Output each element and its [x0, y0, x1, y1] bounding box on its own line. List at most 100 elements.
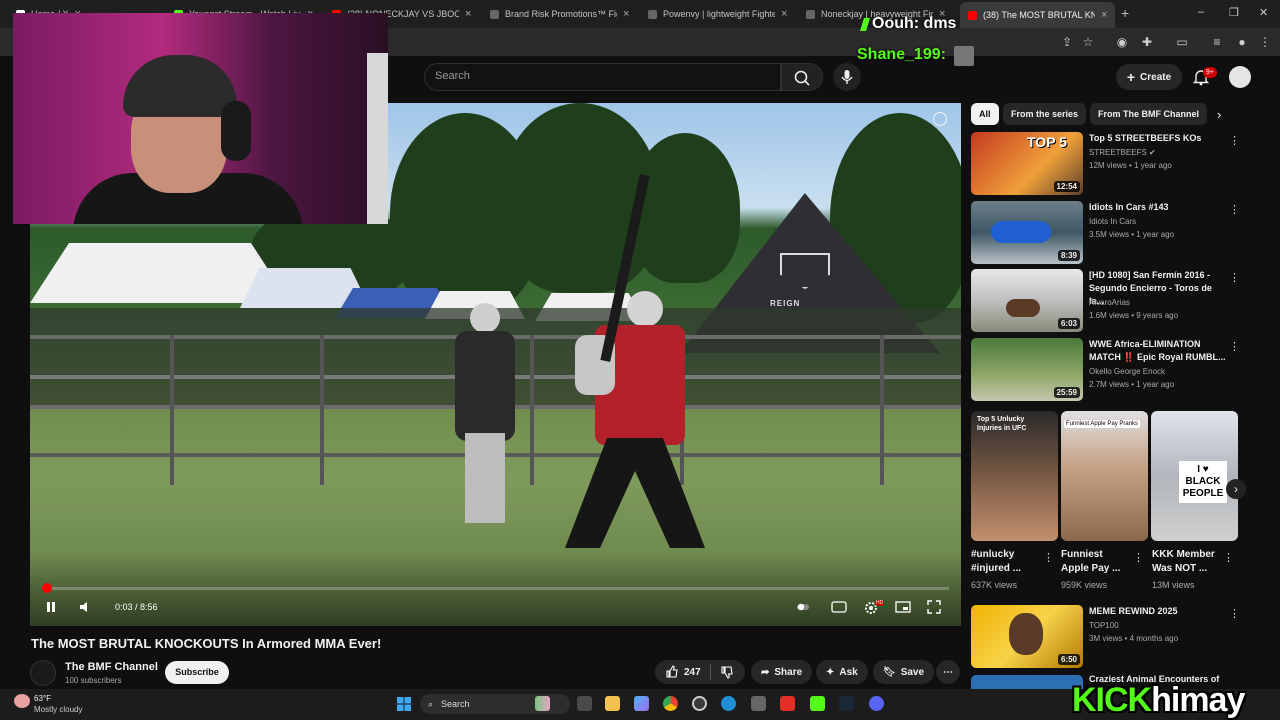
chip-from-channel[interactable]: From The BMF Channel [1090, 103, 1207, 125]
close-tab-icon[interactable]: × [781, 8, 787, 20]
channel-name[interactable]: Idiots In Cars [1089, 217, 1136, 226]
thumbnail-face [1009, 613, 1043, 655]
puzzle-icon[interactable]: ✚ [1140, 35, 1154, 49]
windows-start-icon[interactable] [397, 697, 411, 711]
weather-icon[interactable] [14, 694, 30, 708]
video-thumbnail[interactable]: TOP 5 12:54 [971, 132, 1083, 195]
short-thumbnail[interactable]: Funniest Apple Pay Pranks [1061, 411, 1148, 541]
shorts-next-button[interactable]: › [1226, 479, 1246, 499]
close-tab-icon[interactable]: × [623, 8, 629, 20]
create-button[interactable]: + Create [1116, 64, 1182, 90]
steam-icon[interactable] [839, 696, 854, 711]
video-thumbnail[interactable]: 25:59 [971, 338, 1083, 401]
kick-app-icon[interactable] [810, 696, 825, 711]
volume-button[interactable] [78, 600, 92, 617]
video-duration: 12:54 [1053, 181, 1080, 192]
short-title[interactable]: Funniest Apple Pay ... [1061, 548, 1131, 576]
video-thumbnail[interactable] [971, 675, 1083, 689]
account-avatar[interactable] [1229, 66, 1251, 88]
video-timecode: 0:03 / 8:56 [115, 602, 158, 612]
autoplay-toggle[interactable] [796, 600, 810, 617]
video-title[interactable]: Idiots In Cars #143 [1089, 201, 1227, 214]
minimize-icon[interactable]: – [1198, 6, 1204, 18]
video-title[interactable]: Top 5 STREETBEEFS KOs [1089, 132, 1227, 145]
video-thumbnail[interactable]: 6:03 [971, 269, 1083, 332]
chevron-right-icon[interactable]: › [1217, 107, 1221, 122]
recommended-video[interactable]: 25:59 WWE Africa-ELIMINATION MATCH ‼️ Ep… [971, 338, 1251, 402]
video-title[interactable]: WWE Africa-ELIMINATION MATCH ‼️ Epic Roy… [1089, 338, 1227, 364]
weather-description[interactable]: Mostly cloudy [34, 705, 82, 714]
video-thumbnail[interactable]: 8:39 [971, 201, 1083, 264]
miniplayer-button[interactable] [895, 600, 911, 617]
share-button[interactable]: ➦ Share [751, 660, 813, 684]
video-title[interactable]: MEME REWIND 2025 [1089, 605, 1227, 618]
short-thumbnail[interactable]: Top 5 Unlucky Injuries in UFC [971, 411, 1058, 541]
close-window-icon[interactable]: ✕ [1259, 6, 1268, 19]
short-title[interactable]: #unlucky #injured ... [971, 548, 1041, 576]
chip-all[interactable]: All [971, 103, 999, 125]
extension-icon[interactable]: ◉ [1115, 35, 1129, 49]
info-icon[interactable] [933, 112, 947, 126]
more-options-icon[interactable]: ⋮ [1229, 340, 1240, 353]
volume-icon [80, 602, 87, 612]
thumbs-down-icon[interactable] [720, 665, 734, 679]
more-options-icon[interactable]: ⋮ [1229, 271, 1240, 284]
recommended-video[interactable]: TOP 5 12:54 Top 5 STREETBEEFS KOs STREET… [971, 132, 1251, 196]
sidebar-icon[interactable]: ▭ [1175, 35, 1189, 49]
media-icon[interactable]: ≡ [1210, 35, 1224, 49]
more-options-icon[interactable]: ⋮ [1229, 134, 1240, 147]
new-tab-button[interactable]: + [1121, 5, 1129, 21]
profile-icon[interactable]: ● [1235, 35, 1249, 49]
chip-from-series[interactable]: From the series [1003, 103, 1087, 125]
save-button[interactable]: 🔖︎ Save [873, 660, 935, 684]
youtube-app-icon[interactable] [780, 696, 795, 711]
like-dislike-group[interactable]: 247 [655, 660, 745, 684]
captions-button[interactable] [831, 600, 847, 617]
app-icon[interactable] [692, 696, 707, 711]
channel-name[interactable]: The BMF Channel [65, 661, 158, 673]
recommended-video[interactable]: 6:03 [HD 1080] San Fermín 2016 - Segundo… [971, 269, 1251, 333]
browser-tab-active[interactable]: (38) The MOST BRUTAL KNOC× [960, 2, 1115, 28]
close-tab-icon[interactable]: × [465, 8, 471, 20]
search-input[interactable]: Search [424, 63, 781, 91]
pause-button[interactable] [44, 600, 58, 617]
recommended-video[interactable]: 6:50 MEME REWIND 2025 TOP100 3M views • … [971, 605, 1251, 669]
ask-button[interactable]: ✦ Ask [816, 660, 868, 684]
task-view-icon[interactable] [577, 696, 592, 711]
more-actions-button[interactable]: ⋯ [936, 660, 960, 684]
edge-icon[interactable] [721, 696, 736, 711]
close-tab-icon[interactable]: × [1101, 9, 1107, 21]
subscribe-button[interactable]: Subscribe [165, 661, 229, 684]
channel-name[interactable]: Okello George Enock [1089, 367, 1165, 376]
widgets-icon[interactable] [535, 696, 550, 711]
channel-name[interactable]: TOP100 [1089, 621, 1119, 630]
bookmark-star-icon[interactable]: ☆ [1081, 35, 1095, 49]
file-explorer-icon[interactable] [605, 696, 620, 711]
browser-tab[interactable]: Powenvy | lightweight Fighter | × [640, 4, 800, 24]
fullscreen-button[interactable] [927, 600, 941, 617]
maximize-icon[interactable]: ❐ [1229, 6, 1239, 19]
copilot-icon[interactable] [634, 696, 649, 711]
recommended-video[interactable]: 8:39 Idiots In Cars #143 Idiots In Cars … [971, 201, 1251, 265]
browser-tab[interactable]: Brand Risk Promotions™ Fighte× [482, 4, 642, 24]
voice-search-button[interactable] [833, 63, 861, 91]
short-title[interactable]: KKK Member Was NOT ... [1152, 548, 1222, 576]
search-button[interactable] [781, 63, 823, 91]
store-icon[interactable] [751, 696, 766, 711]
discord-icon[interactable] [869, 696, 884, 711]
more-options-icon[interactable]: ⋮ [1133, 551, 1144, 564]
video-progress-bar[interactable] [42, 583, 949, 593]
channel-name[interactable]: ÁlvaroArias [1089, 298, 1130, 307]
video-thumbnail[interactable]: 6:50 [971, 605, 1083, 668]
channel-name[interactable]: STREETBEEFS ✔ [1089, 148, 1156, 157]
weather-temperature[interactable]: 63°F [34, 694, 51, 703]
menu-icon[interactable]: ⋮ [1258, 35, 1272, 49]
chrome-icon[interactable] [663, 696, 678, 711]
channel-avatar[interactable] [30, 660, 56, 686]
more-options-icon[interactable]: ⋮ [1229, 607, 1240, 620]
cast-icon[interactable]: ⇪ [1060, 35, 1074, 49]
short-thumbnail[interactable]: I ♥ BLACK PEOPLE [1151, 411, 1238, 541]
more-options-icon[interactable]: ⋮ [1223, 551, 1234, 564]
more-options-icon[interactable]: ⋮ [1043, 551, 1054, 564]
more-options-icon[interactable]: ⋮ [1229, 203, 1240, 216]
